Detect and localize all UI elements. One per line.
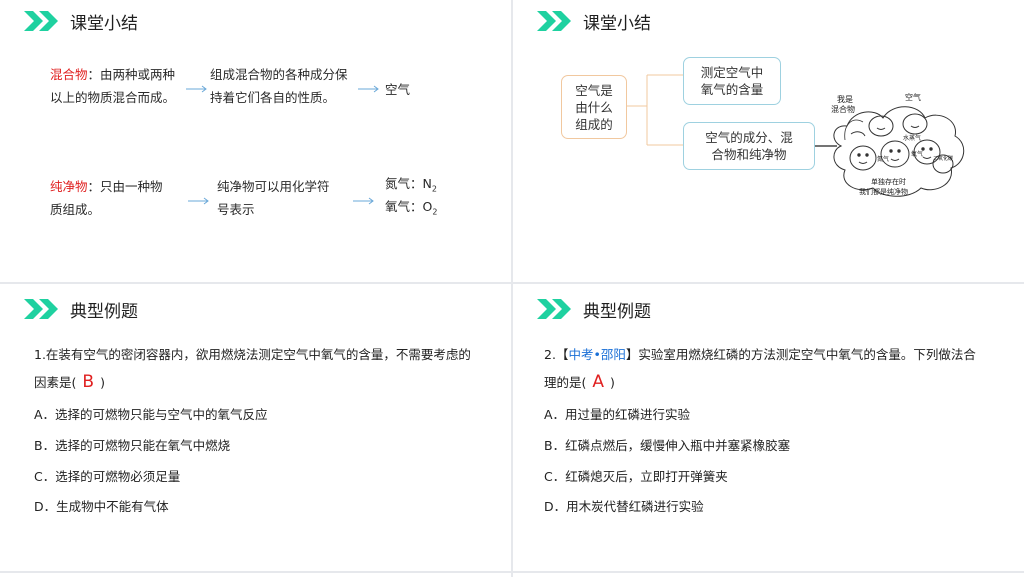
question-1-line2: 因素是( B)	[34, 372, 105, 392]
option-c: C．红磷熄灭后，立即打开弹簧夹	[544, 469, 728, 484]
branch-line: 氧气的含量	[700, 82, 764, 97]
question-2-line2: 理的是( A)	[544, 372, 615, 392]
pure-substance-definition-line2: 质组成。	[50, 202, 101, 217]
cartoon-bottom-text: 我们都是纯净物	[859, 187, 908, 196]
pure-substance-definition-line1: 纯净物：只由一种物	[50, 175, 163, 198]
root-line: 由什么	[575, 99, 613, 115]
arrow-right-icon	[188, 196, 210, 206]
question-source: 中考•邵阳	[568, 347, 626, 362]
root-line: 组成的	[575, 116, 613, 132]
option-c: C．选择的可燃物必须足量	[34, 469, 181, 484]
panel-title: 典型例题	[583, 302, 651, 322]
branch-line: 测定空气中	[700, 65, 764, 80]
mixture-property-line2: 持着它们各自的性质。	[210, 90, 336, 105]
nitrogen-label: 氮气：N	[385, 176, 432, 191]
question-2-stem-end: 理的是(	[544, 375, 587, 390]
nitrogen-subscript: 2	[431, 184, 437, 194]
cartoon-label-mixture: 我是	[837, 94, 853, 104]
answer-mark: B	[82, 372, 95, 392]
arrow-right-icon	[353, 196, 375, 206]
arrow-right-icon	[186, 84, 208, 94]
pure-substance-term: 纯净物	[50, 179, 88, 194]
cartoon-label-oxygen: 氧气	[911, 150, 923, 158]
option-d: D．用木炭代替红磷进行实验	[544, 499, 704, 514]
bracket-close: 】	[625, 347, 639, 362]
cartoon-label-nitrogen: 氮气	[877, 155, 889, 163]
answer-mark: A	[592, 372, 605, 392]
mindmap-branch-air-composition: 空气的成分、混 合物和纯净物	[683, 122, 815, 170]
question-1-line1: 1.在装有空气的密闭容器内，欲用燃烧法测定空气中氧气的含量，不需要考虑的	[34, 347, 471, 362]
cartoon-label-air: 空气	[905, 92, 921, 102]
cartoon-label-water-vapor: 水蒸气	[903, 134, 921, 142]
pure-substance-property-line1: 纯净物可以用化学符	[217, 179, 330, 194]
next-slide-edge-right	[513, 573, 1024, 577]
pure-def-text: ：只由一种物	[87, 179, 163, 194]
question-2-paren-close: )	[610, 375, 615, 390]
example-panel-right: 典型例题 2.【中考•邵阳】实验室用燃烧红磷的方法测定空气中氧气的含量。下列做法…	[513, 284, 1024, 571]
cartoon-label-mixture: 混合物	[831, 104, 855, 114]
mixture-definition-line2: 以上的物质混合而成。	[50, 90, 176, 105]
option-b: B．选择的可燃物只能在氧气中燃烧	[34, 438, 231, 453]
root-line: 空气是	[575, 82, 613, 98]
oxygen-label: 氧气：O	[385, 199, 433, 214]
arrow-right-icon	[358, 84, 380, 94]
air-molecules-cartoon-illustration: 我是 混合物 空气 氮气 氧气 水蒸气 二氧化碳 单独存在时 我们都是纯净物	[831, 92, 965, 197]
mindmap-branch-oxygen-content: 测定空气中 氧气的含量	[683, 57, 781, 105]
branch-line: 合物和纯净物	[711, 147, 787, 162]
oxygen-formula: 氧气：O2	[385, 195, 437, 224]
bracket-open: 【	[555, 347, 569, 362]
mixture-definition-line1: 混合物：由两种或两种	[50, 63, 175, 86]
mixture-property-line1: 组成混合物的各种成分保	[210, 67, 348, 82]
question-2-stem: 实验室用燃烧红磷的方法测定空气中氧气的含量。下列做法合	[638, 347, 976, 362]
mixture-def-text: ：由两种或两种	[87, 67, 176, 82]
cartoon-label-carbon-dioxide: 二氧化碳	[933, 155, 953, 162]
option-a: A．选择的可燃物只能与空气中的氧气反应	[34, 407, 268, 422]
summary-panel-right: 课堂小结 空气是 由什么 组成的 测定空气中 氧气的含量 空气的成分、混 合物和…	[513, 0, 1024, 282]
mixture-term: 混合物	[50, 67, 88, 82]
double-chevron-icon	[24, 299, 58, 319]
panel-title: 典型例题	[70, 302, 138, 322]
cartoon-bottom-text: 单独存在时	[871, 177, 906, 186]
mixture-example: 空气	[385, 82, 411, 97]
option-a: A．用过量的红磷进行实验	[544, 407, 691, 422]
question-2-line1: 2.【中考•邵阳】实验室用燃烧红磷的方法测定空气中氧气的含量。下列做法合	[544, 344, 976, 363]
option-b: B．红磷点燃后，缓慢伸入瓶中并塞紧橡胶塞	[544, 438, 791, 453]
pure-substance-property-line2: 号表示	[217, 202, 255, 217]
double-chevron-icon	[24, 11, 58, 31]
option-d: D．生成物中不能有气体	[34, 499, 169, 514]
next-slide-edge-left	[0, 573, 511, 577]
summary-panel-left: 课堂小结 混合物：由两种或两种 以上的物质混合而成。 组成混合物的各种成分保 持…	[0, 0, 511, 282]
question-1-stem-end: 因素是(	[34, 375, 77, 390]
double-chevron-icon	[537, 299, 571, 319]
question-number: 2.	[544, 347, 556, 362]
branch-line: 空气的成分、混	[705, 130, 793, 145]
example-panel-left: 典型例题 1.在装有空气的密闭容器内，欲用燃烧法测定空气中氧气的含量，不需要考虑…	[0, 284, 511, 571]
mindmap-root-node: 空气是 由什么 组成的	[561, 75, 627, 139]
question-1-paren-close: )	[100, 375, 105, 390]
panel-title: 课堂小结	[70, 14, 138, 34]
oxygen-subscript: 2	[432, 207, 438, 217]
